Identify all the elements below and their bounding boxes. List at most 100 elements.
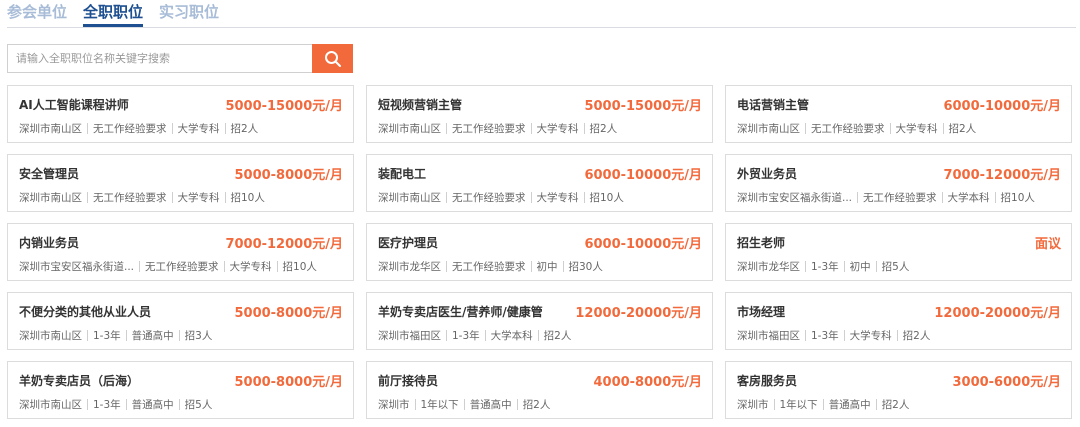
job-title[interactable]: 招生老师 xyxy=(737,234,785,251)
job-tag: 招10人 xyxy=(1000,192,1035,204)
job-tag: 招10人 xyxy=(230,192,265,204)
job-title[interactable]: 短视频营销主管 xyxy=(378,96,462,113)
job-title[interactable]: 羊奶专卖店医生/营养师/健康管 xyxy=(378,303,543,320)
meta-separator xyxy=(224,192,226,203)
job-tag: 大学专科 xyxy=(849,330,892,342)
meta-separator xyxy=(843,330,845,341)
job-salary: 5000-8000元/月 xyxy=(234,168,343,183)
job-tag: 普通高中 xyxy=(131,330,174,342)
job-tag: 招2人 xyxy=(881,399,910,411)
job-tag: 招5人 xyxy=(184,399,213,411)
job-card[interactable]: 前厅接待员 4000-8000元/月 深圳市 1年以下 普通高中 招2人 xyxy=(366,361,713,419)
job-tag: 1年以下 xyxy=(420,399,459,411)
meta-separator xyxy=(125,330,127,341)
job-tag: 大学本科 xyxy=(490,330,533,342)
job-title[interactable]: 羊奶专卖店员（后海） xyxy=(19,372,139,389)
job-title[interactable]: 内销业务员 xyxy=(19,234,79,251)
tab-internship-jobs[interactable]: 实习职位 xyxy=(159,0,219,27)
meta-separator xyxy=(896,330,898,341)
job-tag: 深圳市南山区 xyxy=(19,192,82,204)
meta-separator xyxy=(805,123,806,134)
job-title[interactable]: 装配电工 xyxy=(378,165,426,182)
job-salary: 7000-12000元/月 xyxy=(225,237,343,252)
meta-separator xyxy=(875,261,877,272)
tab-exhibitors[interactable]: 参会单位 xyxy=(7,0,67,27)
tab-bar: 参会单位 全职职位 实习职位 xyxy=(7,0,235,30)
meta-separator xyxy=(942,123,944,134)
job-card[interactable]: 医疗护理员 6000-10000元/月 深圳市龙华区 无工作经验要求 初中 招30人 xyxy=(366,223,713,281)
job-card[interactable]: 客房服务员 3000-6000元/月 深圳市 1年以下 普通高中 招2人 xyxy=(725,361,1072,419)
job-tag: 大学专科 xyxy=(229,261,272,273)
meta-separator xyxy=(446,123,447,134)
job-title[interactable]: 电话营销主管 xyxy=(737,96,809,113)
job-title[interactable]: 客房服务员 xyxy=(737,372,797,389)
tab-divider xyxy=(7,27,1076,28)
meta-separator xyxy=(446,330,447,341)
job-tag: 无工作经验要求 xyxy=(863,192,937,204)
job-title[interactable]: AI人工智能课程讲师 xyxy=(19,96,129,113)
tab-fulltime-jobs[interactable]: 全职职位 xyxy=(83,0,144,27)
job-card[interactable]: 招生老师 面议 深圳市龙华区 1-3年 初中 招5人 xyxy=(725,223,1072,281)
job-title[interactable]: 前厅接待员 xyxy=(378,372,438,389)
job-meta: 深圳市龙华区 1-3年 初中 招5人 xyxy=(737,259,909,274)
job-tag: 深圳市龙华区 xyxy=(737,261,800,273)
job-card[interactable]: 内销业务员 7000-12000元/月 深圳市宝安区福永街道... 无工作经验要求 大学… xyxy=(7,223,354,281)
job-tag: 深圳市 xyxy=(737,399,769,411)
job-tag: 招10人 xyxy=(282,261,317,273)
job-tag: 招2人 xyxy=(522,399,551,411)
job-title[interactable]: 医疗护理员 xyxy=(378,234,438,251)
job-tag: 1-3年 xyxy=(93,399,121,411)
job-card[interactable]: 羊奶专卖店员（后海） 5000-8000元/月 深圳市南山区 1-3年 普通高中 招5人 xyxy=(7,361,354,419)
job-meta: 深圳市福田区 1-3年 大学专科 招2人 xyxy=(737,328,930,343)
meta-separator xyxy=(125,399,127,410)
meta-separator xyxy=(530,192,532,203)
meta-separator xyxy=(843,261,845,272)
meta-separator xyxy=(139,261,141,272)
search-button[interactable] xyxy=(312,44,353,73)
job-card[interactable]: 羊奶专卖店医生/营养师/健康管 12000-20000元/月 深圳市福田区 1-3年大… xyxy=(366,292,713,350)
search-bar: 请输入全职职位名称关键字搜索 xyxy=(7,44,353,73)
job-tag: 深圳市宝安区福永街道... xyxy=(737,192,853,204)
job-tag: 大学专科 xyxy=(177,192,220,204)
job-tag: 无工作经验要求 xyxy=(145,261,219,273)
job-tag: 普通高中 xyxy=(131,399,174,411)
job-meta: 深圳市南山区 无工作经验要求 大学专科 招10人 xyxy=(19,190,265,205)
job-tag: 深圳市 xyxy=(378,399,410,411)
job-card[interactable]: 装配电工 6000-10000元/月 深圳市南山区 无工作经验要求 大学专科 招10人 xyxy=(366,154,713,212)
job-title[interactable]: 外贸业务员 xyxy=(737,165,797,182)
job-card[interactable]: AI人工智能课程讲师 5000-15000元/月 深圳市南山区 无工作经验要求 大学专科… xyxy=(7,85,354,143)
job-title[interactable]: 不便分类的其他从业人员 xyxy=(19,303,151,320)
job-title[interactable]: 市场经理 xyxy=(737,303,785,320)
search-input[interactable]: 请输入全职职位名称关键字搜索 xyxy=(7,44,312,73)
job-card[interactable]: 不便分类的其他从业人员 5000-8000元/月 深圳市南山区 1-3年 普通高中 招3人 xyxy=(7,292,354,350)
job-tag: 无工作经验要求 xyxy=(452,123,526,135)
job-meta: 深圳市 1年以下 普通高中 招2人 xyxy=(378,397,550,412)
meta-separator xyxy=(87,123,88,134)
job-tag: 深圳市福田区 xyxy=(378,330,441,342)
job-card[interactable]: 安全管理员 5000-8000元/月深圳市南山区 无工作经验要求 大学专科 招10人 xyxy=(7,154,354,212)
meta-separator xyxy=(446,261,447,272)
job-meta: 深圳市南山区 1-3年 普通高中 招5人 xyxy=(19,397,212,412)
meta-separator xyxy=(583,123,585,134)
job-salary: 6000-10000元/月 xyxy=(584,237,702,252)
job-tag: 无工作经验要求 xyxy=(811,123,885,135)
meta-separator xyxy=(583,192,585,203)
job-card[interactable]: 市场经理 12000-20000元/月 深圳市福田区 1-3年 大学专科 招2人 xyxy=(725,292,1072,350)
job-tag: 1年以下 xyxy=(779,399,818,411)
job-salary: 6000-10000元/月 xyxy=(584,168,702,183)
job-card[interactable]: 电话营销主管 6000-10000元/月 深圳市南山区 无工作经验要求 大学专科 招2人 xyxy=(725,85,1072,143)
job-card[interactable]: 外贸业务员 7000-12000元/月 深圳市宝安区福永街道... 无工作经验要求 大学… xyxy=(725,154,1072,212)
job-salary: 4000-8000元/月 xyxy=(593,375,702,390)
job-tag: 无工作经验要求 xyxy=(452,261,526,273)
meta-separator xyxy=(276,261,278,272)
meta-separator xyxy=(805,330,806,341)
meta-separator xyxy=(178,399,180,410)
meta-separator xyxy=(562,261,564,272)
meta-separator xyxy=(463,399,465,410)
search-placeholder: 请输入全职职位名称关键字搜索 xyxy=(16,52,170,65)
job-card[interactable]: 短视频营销主管 5000-15000元/月 深圳市南山区 无工作经验要求 大学专科 招2人 xyxy=(366,85,713,143)
meta-separator xyxy=(941,192,943,203)
job-title[interactable]: 安全管理员 xyxy=(19,165,79,182)
meta-separator xyxy=(87,192,88,203)
job-tag: 无工作经验要求 xyxy=(93,123,167,135)
